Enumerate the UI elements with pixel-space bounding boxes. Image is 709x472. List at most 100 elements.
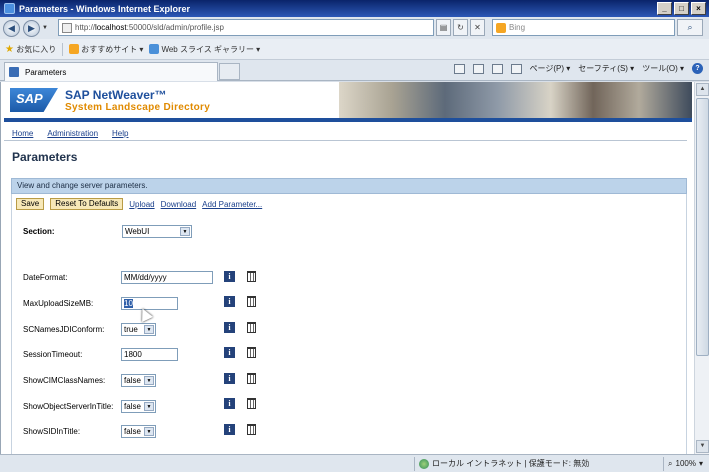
tab-title: Parameters	[25, 67, 67, 77]
info-icon[interactable]: i	[224, 373, 235, 384]
scnamesjdiconform-value: true	[124, 325, 138, 334]
add-parameter-link[interactable]: Add Parameter...	[202, 200, 262, 209]
top-navigation: Home Administration Help	[12, 129, 128, 138]
url-host: localhost	[95, 23, 127, 32]
dateformat-input[interactable]: MM/dd/yyyy	[121, 271, 213, 284]
section-label: Section:	[23, 227, 55, 236]
scroll-thumb[interactable]	[696, 98, 709, 356]
showobjectserverintitle-select[interactable]: false ▼	[121, 400, 156, 413]
feeds-icon[interactable]	[472, 63, 484, 74]
nav-divider	[4, 140, 687, 141]
info-icon[interactable]: i	[224, 424, 235, 435]
sap-favicon-icon	[9, 67, 19, 77]
page-icon	[62, 23, 72, 33]
url-rest: :50000/sld/admin/profile.jsp	[126, 23, 224, 32]
print-icon[interactable]	[510, 63, 522, 74]
nav-administration-link[interactable]: Administration	[47, 129, 98, 138]
new-tab-button[interactable]	[219, 63, 240, 80]
showcimclassnames-value: false	[124, 376, 141, 385]
upload-link[interactable]: Upload	[129, 200, 154, 209]
safety-menu[interactable]: セーフティ(S) ▾	[578, 63, 634, 74]
chevron-down-icon: ▼	[180, 227, 190, 236]
info-icon[interactable]: i	[224, 347, 235, 358]
chevron-down-icon: ▼	[144, 402, 154, 411]
stop-icon[interactable]: ✕	[470, 19, 485, 36]
scnamesjdiconform-select[interactable]: true ▼	[121, 323, 156, 336]
trash-icon[interactable]	[247, 296, 256, 307]
favorites-separator	[62, 42, 64, 56]
mail-icon[interactable]	[491, 63, 503, 74]
tools-menu[interactable]: ツール(O) ▾	[642, 63, 684, 74]
web-slice-gallery-link[interactable]: Web スライス ギャラリー ▾	[149, 44, 260, 55]
info-icon[interactable]: i	[224, 398, 235, 409]
trash-icon[interactable]	[247, 424, 256, 435]
search-magnifier-icon[interactable]: ⌕	[677, 19, 703, 36]
chevron-down-icon: ▼	[144, 376, 154, 385]
sessiontimeout-value: 1800	[124, 350, 142, 359]
nav-help-link[interactable]: Help	[112, 129, 128, 138]
trash-icon[interactable]	[247, 373, 256, 384]
sap-header: SAP SAP NetWeaver™ System Landscape Dire…	[4, 82, 692, 122]
history-dropdown-icon[interactable]: ▼	[42, 25, 48, 31]
zoom-control[interactable]: ⌕ 100% ▾	[663, 456, 703, 471]
param-label-scnamesjdiconform: SCNamesJDIConform:	[23, 325, 105, 334]
chevron-down-icon: ▾	[698, 459, 703, 468]
address-bar-row: ◀ ▶ ▼ http://localhost:50000/sld/admin/p…	[0, 17, 709, 39]
scroll-down-arrow-icon[interactable]: ▼	[696, 440, 709, 453]
nav-home-link[interactable]: Home	[12, 129, 33, 138]
close-window-button[interactable]: ×	[691, 2, 706, 15]
window-controls: _ □ ×	[657, 2, 706, 15]
address-tools: ▤ ↻ ✕	[436, 19, 485, 36]
suggested-sites-label: おすすめサイト ▾	[81, 44, 144, 54]
refresh-icon[interactable]: ↻	[453, 19, 468, 36]
page-menu[interactable]: ページ(P) ▾	[530, 63, 571, 74]
header-rule	[4, 118, 692, 122]
favorites-label: お気に入り	[16, 44, 57, 54]
suggested-sites-link[interactable]: おすすめサイト ▾	[69, 44, 143, 55]
info-icon[interactable]: i	[224, 322, 235, 333]
info-icon[interactable]: i	[224, 271, 235, 282]
suggested-sites-icon	[69, 44, 80, 55]
home-icon[interactable]	[453, 63, 465, 74]
trash-icon[interactable]	[247, 398, 256, 409]
vertical-scrollbar[interactable]: ▲ ▼	[694, 82, 709, 454]
showobjectserverintitle-value: false	[124, 402, 141, 411]
zoom-level: 100%	[675, 459, 696, 468]
param-label-showcimclassnames: ShowCIMClassNames:	[23, 376, 106, 385]
minimize-button[interactable]: _	[657, 2, 672, 15]
showsidintitle-select[interactable]: false ▼	[121, 425, 156, 438]
reset-to-defaults-button[interactable]: Reset To Defaults	[50, 198, 124, 210]
url-input[interactable]: http://localhost:50000/sld/admin/profile…	[58, 19, 434, 36]
help-icon[interactable]: ?	[692, 63, 703, 74]
sessiontimeout-input[interactable]: 1800	[121, 348, 178, 361]
window-title: Parameters - Windows Internet Explorer	[19, 3, 190, 14]
tab-parameters[interactable]: Parameters	[4, 62, 218, 81]
search-input[interactable]: Bing	[492, 19, 675, 36]
info-icon[interactable]: i	[224, 296, 235, 307]
sap-logo: SAP	[10, 88, 58, 112]
url-prefix: http://	[75, 23, 96, 32]
back-arrow-icon[interactable]: ◀	[3, 19, 20, 37]
security-zone-label: ローカル イントラネット | 保護モード: 無効	[432, 459, 590, 468]
maximize-button[interactable]: □	[674, 2, 689, 15]
favorites-button[interactable]: ★ お気に入り	[5, 44, 56, 55]
security-zone[interactable]: ローカル イントラネット | 保護モード: 無効	[414, 456, 590, 471]
showcimclassnames-select[interactable]: false ▼	[121, 374, 156, 387]
trash-icon[interactable]	[247, 322, 256, 333]
forward-arrow-icon[interactable]: ▶	[23, 19, 40, 37]
web-slice-label: Web スライス ギャラリー ▾	[161, 44, 261, 54]
save-button[interactable]: Save	[16, 198, 45, 210]
web-slice-icon	[149, 44, 160, 55]
scroll-up-arrow-icon[interactable]: ▲	[696, 83, 709, 96]
param-label-sessiontimeout: SessionTimeout:	[23, 350, 83, 359]
status-bar: ローカル イントラネット | 保護モード: 無効 ⌕ 100% ▾	[0, 454, 709, 472]
star-icon: ★	[5, 43, 14, 55]
maxuploadsizemb-input[interactable]: 10	[121, 297, 178, 310]
trash-icon[interactable]	[247, 271, 256, 282]
header-banner-image	[339, 82, 692, 118]
trash-icon[interactable]	[247, 347, 256, 358]
param-label-dateformat: DateFormat:	[23, 273, 68, 282]
compatibility-view-icon[interactable]: ▤	[436, 19, 451, 36]
section-select[interactable]: WebUI ▼	[122, 225, 192, 238]
download-link[interactable]: Download	[161, 200, 197, 209]
